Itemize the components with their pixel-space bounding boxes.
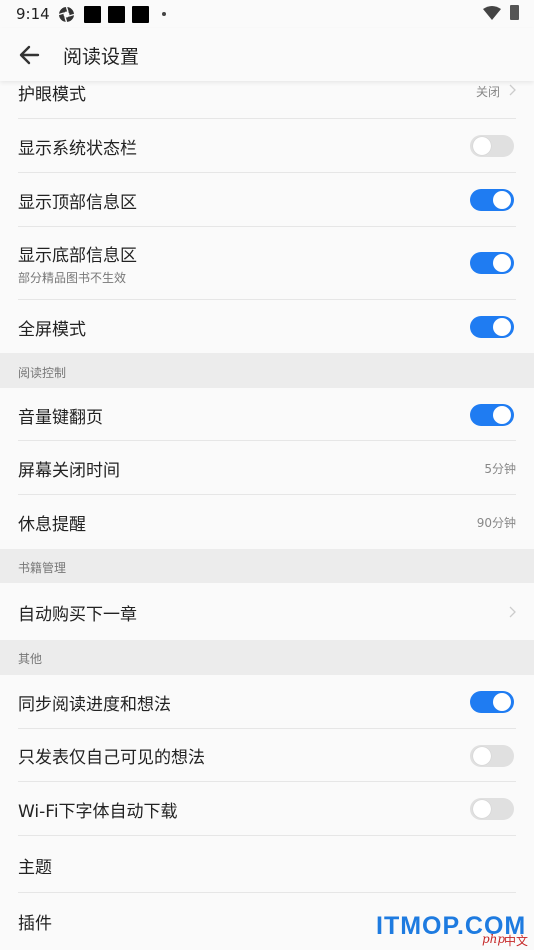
settings-row-auto-buy[interactable]: 自动购买下一章 xyxy=(0,583,534,640)
back-arrow-icon[interactable] xyxy=(14,40,46,70)
row-subtitle: 部分精品图书不生效 xyxy=(18,271,127,285)
row-label: 护眼模式 xyxy=(18,85,86,105)
settings-row-volume-key[interactable]: 音量键翻页 xyxy=(0,388,534,441)
sync-progress-toggle[interactable] xyxy=(470,691,514,713)
settings-row-show-bottom-info[interactable]: 显示底部信息区 部分精品图书不生效 xyxy=(0,227,534,300)
aperture-icon xyxy=(58,6,75,23)
settings-row-screen-off[interactable]: 屏幕关闭时间 5分钟 xyxy=(0,441,534,495)
row-label: 音量键翻页 xyxy=(18,408,103,428)
row-label: 显示底部信息区 xyxy=(18,246,137,266)
row-label: 休息提醒 xyxy=(18,515,86,535)
more-notifications-icon xyxy=(162,12,166,16)
chevron-right-icon xyxy=(509,84,516,96)
wifi-font-toggle[interactable] xyxy=(470,798,514,820)
row-label: 全屏模式 xyxy=(18,320,86,340)
settings-row-show-top-info[interactable]: 显示顶部信息区 xyxy=(0,173,534,227)
settings-row-sync-progress[interactable]: 同步阅读进度和想法 xyxy=(0,675,534,729)
watermark-cn: 中文网 xyxy=(504,934,529,948)
watermark-php: php xyxy=(482,932,506,946)
row-label: 显示系统状态栏 xyxy=(18,139,137,159)
settings-row-wifi-font[interactable]: Wi-Fi下字体自动下载 xyxy=(0,782,534,836)
status-bar-toggle[interactable] xyxy=(470,135,514,157)
row-value: 5分钟 xyxy=(484,462,516,476)
wifi-icon xyxy=(483,6,501,20)
status-bar: 9:14 xyxy=(0,0,534,28)
row-value: 90分钟 xyxy=(476,516,516,530)
status-time: 9:14 xyxy=(16,5,50,23)
battery-icon xyxy=(510,5,519,20)
row-label: 主题 xyxy=(18,858,52,878)
notification-icon xyxy=(84,6,101,23)
settings-row-fullscreen[interactable]: 全屏模式 xyxy=(0,300,534,353)
fullscreen-toggle[interactable] xyxy=(470,316,514,338)
bottom-info-toggle[interactable] xyxy=(470,252,514,274)
notification-icon xyxy=(132,6,149,23)
volume-key-toggle[interactable] xyxy=(470,404,514,426)
settings-row-show-status-bar[interactable]: 显示系统状态栏 xyxy=(0,119,534,173)
settings-row-private-thoughts[interactable]: 只发表仅自己可见的想法 xyxy=(0,729,534,782)
settings-row-theme[interactable]: 主题 xyxy=(0,836,534,893)
notification-icon xyxy=(108,6,125,23)
page-title: 阅读设置 xyxy=(63,46,140,68)
section-label: 阅读控制 xyxy=(18,366,67,380)
section-header-reading-control: 阅读控制 xyxy=(0,353,534,388)
app-header: 阅读设置 xyxy=(0,28,534,81)
private-thoughts-toggle[interactable] xyxy=(470,745,514,767)
row-label: 插件 xyxy=(18,914,52,934)
section-label: 书籍管理 xyxy=(18,561,67,575)
section-label: 其他 xyxy=(18,652,43,666)
row-label: 屏幕关闭时间 xyxy=(18,461,120,481)
row-value: 关闭 xyxy=(475,85,500,99)
section-header-other: 其他 xyxy=(0,640,534,675)
row-label: 自动购买下一章 xyxy=(18,605,137,625)
row-label: 同步阅读进度和想法 xyxy=(18,695,171,715)
settings-row-eye-mode[interactable]: 护眼模式 关闭 xyxy=(0,81,534,119)
top-info-toggle[interactable] xyxy=(470,189,514,211)
chevron-right-icon xyxy=(509,606,516,618)
watermark: ITMOP.COM php 中文网 xyxy=(370,908,534,950)
row-label: 显示顶部信息区 xyxy=(18,193,137,213)
settings-row-rest-reminder[interactable]: 休息提醒 90分钟 xyxy=(0,495,534,549)
settings-list: 护眼模式 关闭 显示系统状态栏 显示顶部信息区 显示底部信息区 部分精品图书不生… xyxy=(0,81,534,950)
row-label: Wi-Fi下字体自动下载 xyxy=(18,802,178,822)
row-label: 只发表仅自己可见的想法 xyxy=(18,748,205,768)
section-header-book-management: 书籍管理 xyxy=(0,549,534,583)
